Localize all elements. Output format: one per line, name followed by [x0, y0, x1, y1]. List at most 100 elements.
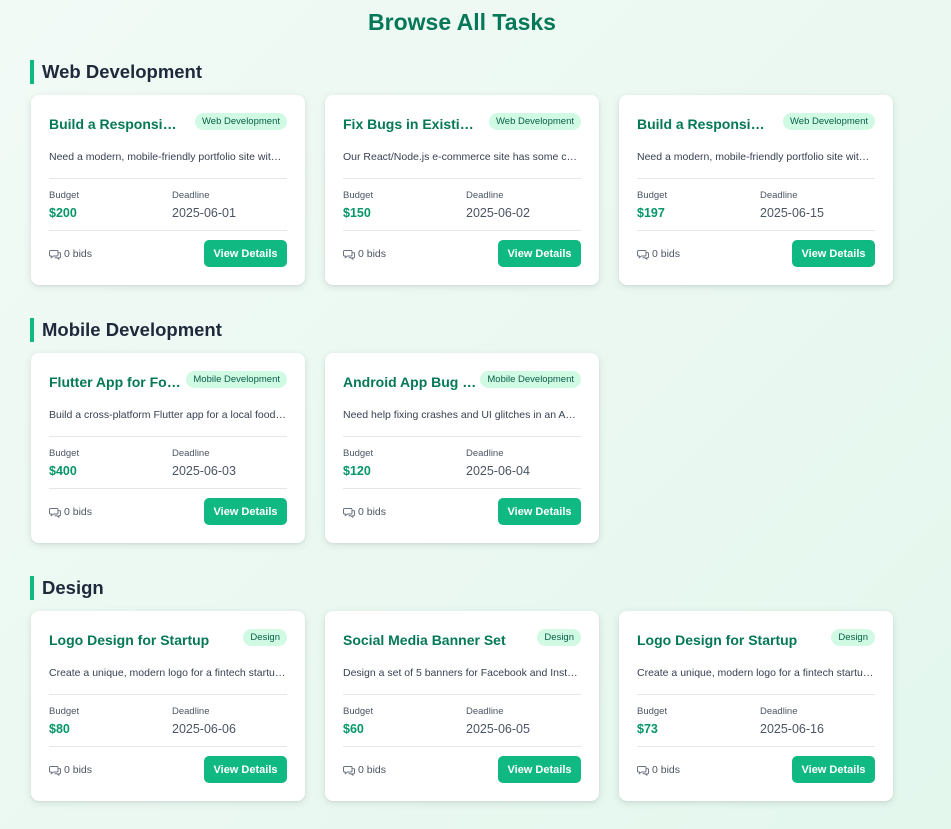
budget-value: $400: [49, 464, 77, 478]
task-card: Android App Bug Fixes Mobile Development…: [325, 353, 599, 543]
card-divider: [49, 746, 287, 747]
task-title: Social Media Banner Set: [343, 632, 506, 648]
budget-label: Budget: [49, 448, 80, 459]
task-card-list: Flutter App for Food Delivery Mobile Dev…: [31, 353, 599, 543]
card-divider: [49, 178, 287, 179]
card-divider: [343, 488, 581, 489]
task-title: Fix Bugs in Existing E-commerce Site: [343, 116, 477, 132]
task-section: Mobile Development Flutter App for Food …: [30, 318, 900, 543]
task-title: Flutter App for Food Delivery: [49, 374, 183, 390]
task-card: Social Media Banner Set Design Design a …: [325, 611, 599, 801]
budget-label: Budget: [49, 190, 80, 201]
chat-bubbles-icon: [343, 507, 355, 518]
budget-label: Budget: [343, 190, 374, 201]
bids-count: 0 bids: [49, 248, 92, 260]
card-divider: [343, 694, 581, 695]
chat-bubbles-icon: [637, 765, 649, 776]
deadline-value: 2025-06-15: [760, 206, 824, 220]
task-title: Build a Responsive Portfolio Website: [637, 116, 771, 132]
category-badge: Web Development: [489, 113, 581, 130]
budget-value: $73: [637, 722, 658, 736]
view-details-button[interactable]: View Details: [204, 756, 287, 783]
view-details-button[interactable]: View Details: [792, 756, 875, 783]
task-title: Logo Design for Startup: [49, 632, 210, 648]
budget-value: $60: [343, 722, 364, 736]
card-divider: [49, 694, 287, 695]
deadline-value: 2025-06-05: [466, 722, 530, 736]
task-card: Flutter App for Food Delivery Mobile Dev…: [31, 353, 305, 543]
card-divider: [49, 436, 287, 437]
task-description: Need a modern, mobile-friendly portfolio…: [637, 151, 875, 163]
budget-label: Budget: [49, 706, 80, 717]
chat-bubbles-icon: [49, 507, 61, 518]
bids-label: 0 bids: [64, 764, 93, 776]
card-divider: [637, 178, 875, 179]
view-details-button[interactable]: View Details: [498, 756, 581, 783]
budget-value: $80: [49, 722, 70, 736]
task-card: Build a Responsive Portfolio Website Web…: [31, 95, 305, 285]
card-divider: [637, 230, 875, 231]
task-card-list: Logo Design for Startup Design Create a …: [31, 611, 893, 801]
card-divider: [49, 488, 287, 489]
card-divider: [343, 230, 581, 231]
chat-bubbles-icon: [49, 765, 61, 776]
bids-count: 0 bids: [343, 248, 386, 260]
bids-label: 0 bids: [64, 506, 93, 518]
task-section: Web Development Build a Responsive Portf…: [30, 60, 900, 285]
deadline-label: Deadline: [760, 190, 798, 201]
task-card-list: Build a Responsive Portfolio Website Web…: [31, 95, 893, 285]
bids-label: 0 bids: [64, 248, 93, 260]
chat-bubbles-icon: [343, 765, 355, 776]
category-badge: Web Development: [195, 113, 287, 130]
task-description: Our React/Node.js e-commerce site has so…: [343, 151, 581, 163]
category-badge: Design: [537, 629, 581, 646]
task-description: Create a unique, modern logo for a finte…: [637, 667, 875, 679]
task-title: Android App Bug Fixes: [343, 374, 477, 390]
page-title: Browse All Tasks: [368, 9, 556, 35]
bids-label: 0 bids: [358, 248, 387, 260]
bids-label: 0 bids: [652, 248, 681, 260]
deadline-value: 2025-06-16: [760, 722, 824, 736]
task-card: Fix Bugs in Existing E-commerce Site Web…: [325, 95, 599, 285]
chat-bubbles-icon: [343, 249, 355, 260]
bids-count: 0 bids: [343, 506, 386, 518]
category-badge: Mobile Development: [480, 371, 581, 388]
budget-value: $150: [343, 206, 371, 220]
category-badge: Design: [831, 629, 875, 646]
bids-count: 0 bids: [637, 248, 680, 260]
bids-label: 0 bids: [358, 764, 387, 776]
task-description: Design a set of 5 banners for Facebook a…: [343, 667, 581, 679]
deadline-label: Deadline: [466, 706, 504, 717]
card-divider: [637, 746, 875, 747]
task-card: Build a Responsive Portfolio Website Web…: [619, 95, 893, 285]
budget-label: Budget: [343, 706, 374, 717]
deadline-value: 2025-06-04: [466, 464, 530, 478]
deadline-value: 2025-06-02: [466, 206, 530, 220]
task-description: Build a cross-platform Flutter app for a…: [49, 409, 287, 421]
deadline-label: Deadline: [760, 706, 798, 717]
category-badge: Design: [243, 629, 287, 646]
card-divider: [637, 694, 875, 695]
view-details-button[interactable]: View Details: [792, 240, 875, 267]
view-details-button[interactable]: View Details: [498, 240, 581, 267]
task-description: Need a modern, mobile-friendly portfolio…: [49, 151, 287, 163]
deadline-value: 2025-06-01: [172, 206, 236, 220]
budget-label: Budget: [637, 190, 668, 201]
view-details-button[interactable]: View Details: [204, 240, 287, 267]
view-details-button[interactable]: View Details: [498, 498, 581, 525]
deadline-label: Deadline: [172, 706, 210, 717]
task-section: Design Logo Design for Startup Design Cr…: [30, 576, 900, 801]
view-details-button[interactable]: View Details: [204, 498, 287, 525]
budget-label: Budget: [637, 706, 668, 717]
budget-value: $200: [49, 206, 77, 220]
task-card: Logo Design for Startup Design Create a …: [31, 611, 305, 801]
bids-count: 0 bids: [49, 506, 92, 518]
bids-label: 0 bids: [652, 764, 681, 776]
budget-value: $120: [343, 464, 371, 478]
task-description: Create a unique, modern logo for a finte…: [49, 667, 287, 679]
deadline-label: Deadline: [172, 190, 210, 201]
bids-count: 0 bids: [49, 764, 92, 776]
budget-label: Budget: [343, 448, 374, 459]
bids-label: 0 bids: [358, 506, 387, 518]
deadline-value: 2025-06-06: [172, 722, 236, 736]
